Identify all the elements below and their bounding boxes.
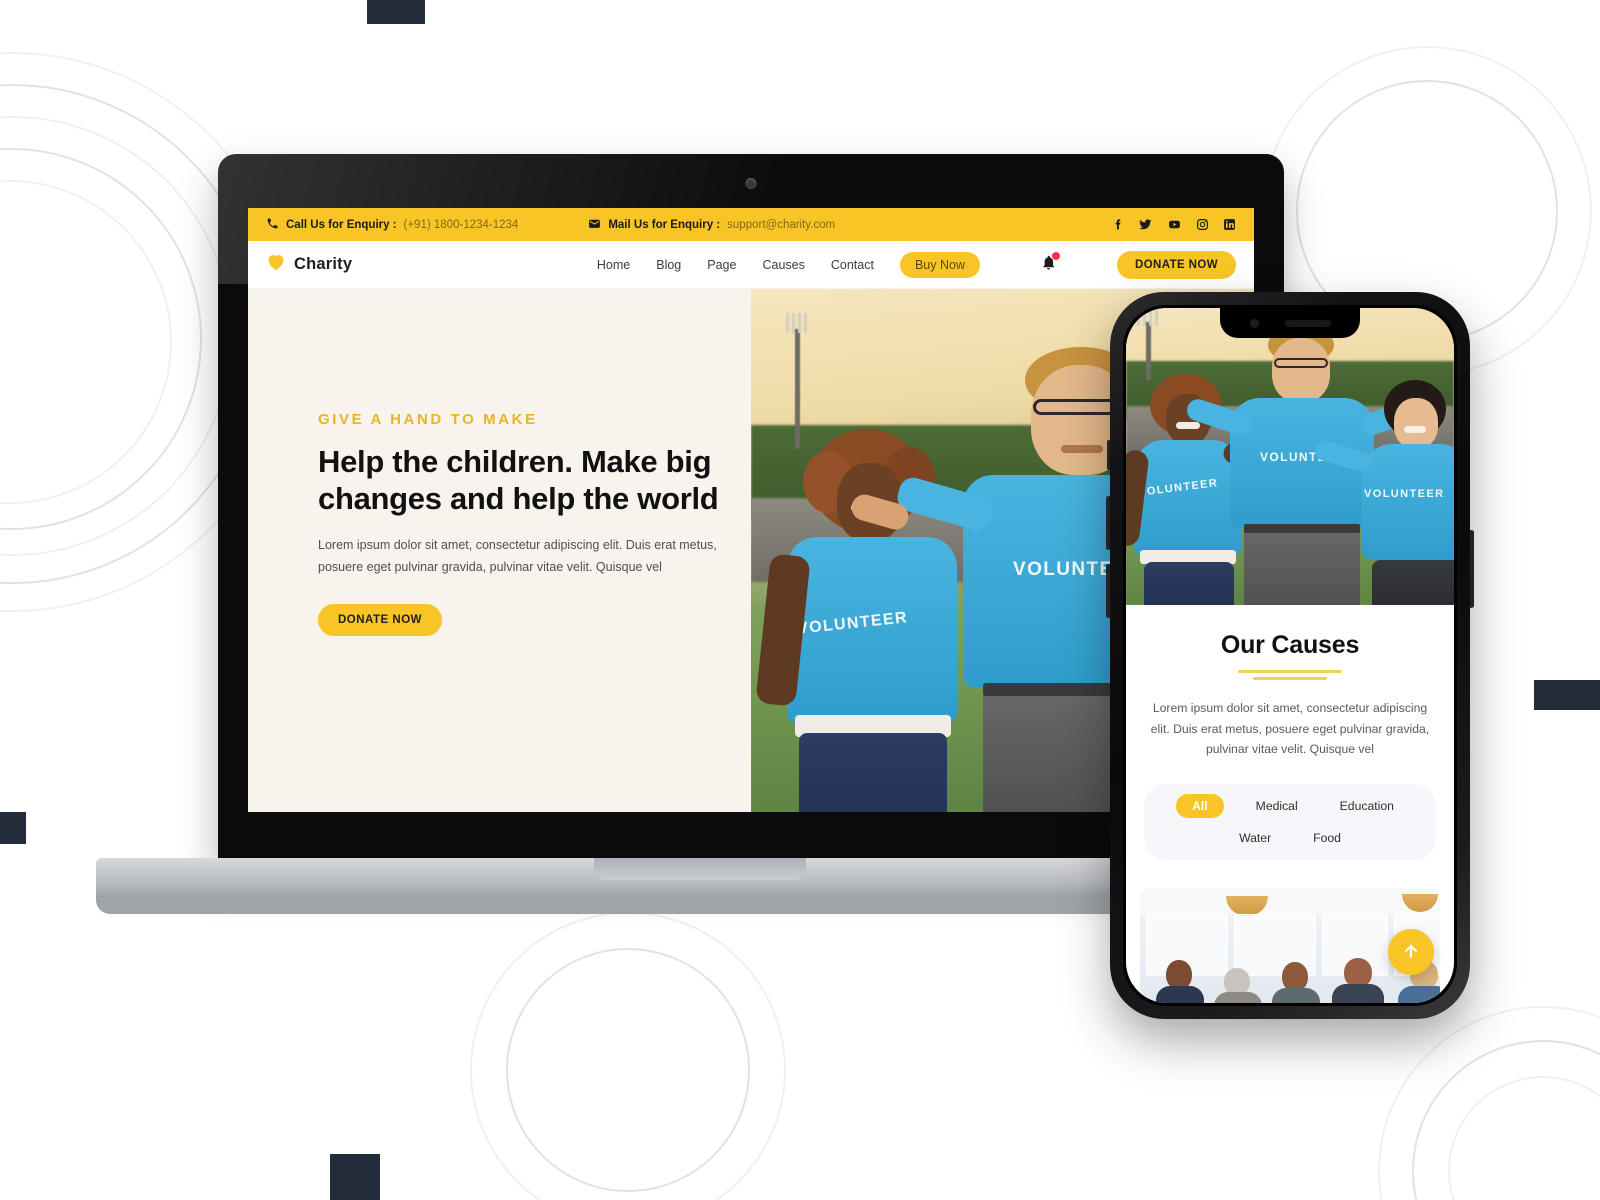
bell-icon xyxy=(1040,255,1057,275)
filter-pill-water[interactable]: Water xyxy=(1229,826,1281,850)
card-photo-person xyxy=(1212,967,1264,1003)
phone-photo-floodlight xyxy=(1137,308,1160,380)
topbar-mail-label: Mail Us for Enquiry : xyxy=(608,218,721,231)
instagram-icon[interactable] xyxy=(1196,218,1209,231)
site-topbar: Call Us for Enquiry : (+91) 1800-1234-12… xyxy=(248,208,1254,241)
phone-section-title: Our Causes xyxy=(1220,631,1360,659)
topbar-mail-block: Mail Us for Enquiry : support@charity.co… xyxy=(588,217,835,233)
laptop-webcam-icon xyxy=(745,178,757,189)
arrow-up-icon xyxy=(1401,941,1421,964)
primary-navigation: Home Blog Page Causes Contact Buy Now DO… xyxy=(597,250,1236,279)
youtube-icon[interactable] xyxy=(1167,218,1182,231)
phone-bezel: VOLUNTEER VOLUNTEER VOLUNTEER Our Causes… xyxy=(1123,305,1457,1006)
heart-icon xyxy=(266,253,286,276)
laptop-base-notch xyxy=(594,858,806,880)
phone-mockup: VOLUNTEER VOLUNTEER VOLUNTEER Our Causes… xyxy=(1106,292,1474,1019)
twitter-icon[interactable] xyxy=(1138,218,1153,231)
brand-name: Charity xyxy=(294,255,353,273)
topbar-phone-number[interactable]: (+91) 1800-1234-1234 xyxy=(404,219,519,231)
linkedin-icon[interactable] xyxy=(1223,218,1236,231)
nav-link-blog[interactable]: Blog xyxy=(656,258,681,272)
phone-frame: VOLUNTEER VOLUNTEER VOLUNTEER Our Causes… xyxy=(1110,292,1470,1019)
filter-pill-medical[interactable]: Medical xyxy=(1246,794,1308,818)
donate-now-nav-button[interactable]: DONATE NOW xyxy=(1116,250,1236,279)
nav-link-causes[interactable]: Causes xyxy=(762,258,804,272)
brand-logo[interactable]: Charity xyxy=(266,253,352,276)
phone-speaker-icon xyxy=(1284,319,1331,327)
hero-heading: Help the children. Make big changes and … xyxy=(318,444,719,516)
filter-pill-education[interactable]: Education xyxy=(1330,794,1404,818)
scroll-to-top-button[interactable] xyxy=(1388,929,1434,975)
phone-hero-photo: VOLUNTEER VOLUNTEER VOLUNTEER xyxy=(1126,308,1454,605)
decor-square xyxy=(330,1154,380,1200)
laptop-screen: Call Us for Enquiry : (+91) 1800-1234-12… xyxy=(248,208,1254,812)
card-photo-person xyxy=(1330,957,1386,1003)
hero-text-panel: GIVE A HAND TO MAKE Help the children. M… xyxy=(248,289,751,812)
hero-section: GIVE A HAND TO MAKE Help the children. M… xyxy=(248,289,1254,812)
phone-icon xyxy=(266,217,279,233)
phone-section-description: Lorem ipsum dolor sit amet, consectetur … xyxy=(1150,701,1430,756)
notification-bell[interactable] xyxy=(1040,251,1060,276)
notification-badge xyxy=(1051,251,1060,260)
hero-paragraph: Lorem ipsum dolor sit amet, consectetur … xyxy=(318,538,717,574)
decor-square xyxy=(1534,680,1600,710)
page-root: Call Us for Enquiry : (+91) 1800-1234-12… xyxy=(0,0,1600,1200)
topbar-call-block: Call Us for Enquiry : (+91) 1800-1234-12… xyxy=(266,217,518,233)
phone-notch xyxy=(1220,308,1360,338)
hero-eyebrow: GIVE A HAND TO MAKE xyxy=(318,411,538,428)
decor-square xyxy=(367,0,425,24)
phone-screen: VOLUNTEER VOLUNTEER VOLUNTEER Our Causes… xyxy=(1126,308,1454,1003)
decor-ring xyxy=(470,912,786,1200)
card-photo-person xyxy=(1270,961,1322,1003)
decor-square xyxy=(0,812,26,844)
facebook-icon[interactable] xyxy=(1111,218,1124,231)
filter-pill-all[interactable]: All xyxy=(1176,793,1224,818)
topbar-email[interactable]: support@charity.com xyxy=(727,219,835,231)
card-photo-person xyxy=(1154,959,1206,1003)
phone-causes-section: Our Causes Lorem ipsum dolor sit amet, c… xyxy=(1126,605,1454,760)
decor-ring xyxy=(1378,1006,1600,1200)
donate-now-hero-button[interactable]: DONATE NOW xyxy=(318,604,443,637)
phone-camera-icon xyxy=(1249,318,1259,328)
card-photo-ceiling xyxy=(1140,887,1440,914)
mail-icon xyxy=(588,217,601,233)
topbar-call-label: Call Us for Enquiry : xyxy=(286,218,397,231)
nav-link-contact[interactable]: Contact xyxy=(831,258,874,272)
filter-pill-food[interactable]: Food xyxy=(1303,826,1351,850)
decor-ring xyxy=(1412,1040,1600,1200)
phone-volunteer-right: VOLUNTEER xyxy=(1312,380,1454,605)
buy-now-button[interactable]: Buy Now xyxy=(899,251,980,278)
phone-category-filters: All Medical Education Water Food xyxy=(1144,783,1436,860)
title-underline-decoration xyxy=(1238,670,1342,680)
decor-ring xyxy=(1448,1076,1600,1200)
decor-ring xyxy=(506,948,750,1192)
nav-link-home[interactable]: Home xyxy=(597,258,630,272)
topbar-social-links xyxy=(1111,218,1236,231)
nav-link-page[interactable]: Page xyxy=(707,258,736,272)
hero-volunteer-woman: VOLUNTEER xyxy=(755,429,987,812)
site-navbar: Charity Home Blog Page Causes Contact Bu… xyxy=(248,241,1254,289)
